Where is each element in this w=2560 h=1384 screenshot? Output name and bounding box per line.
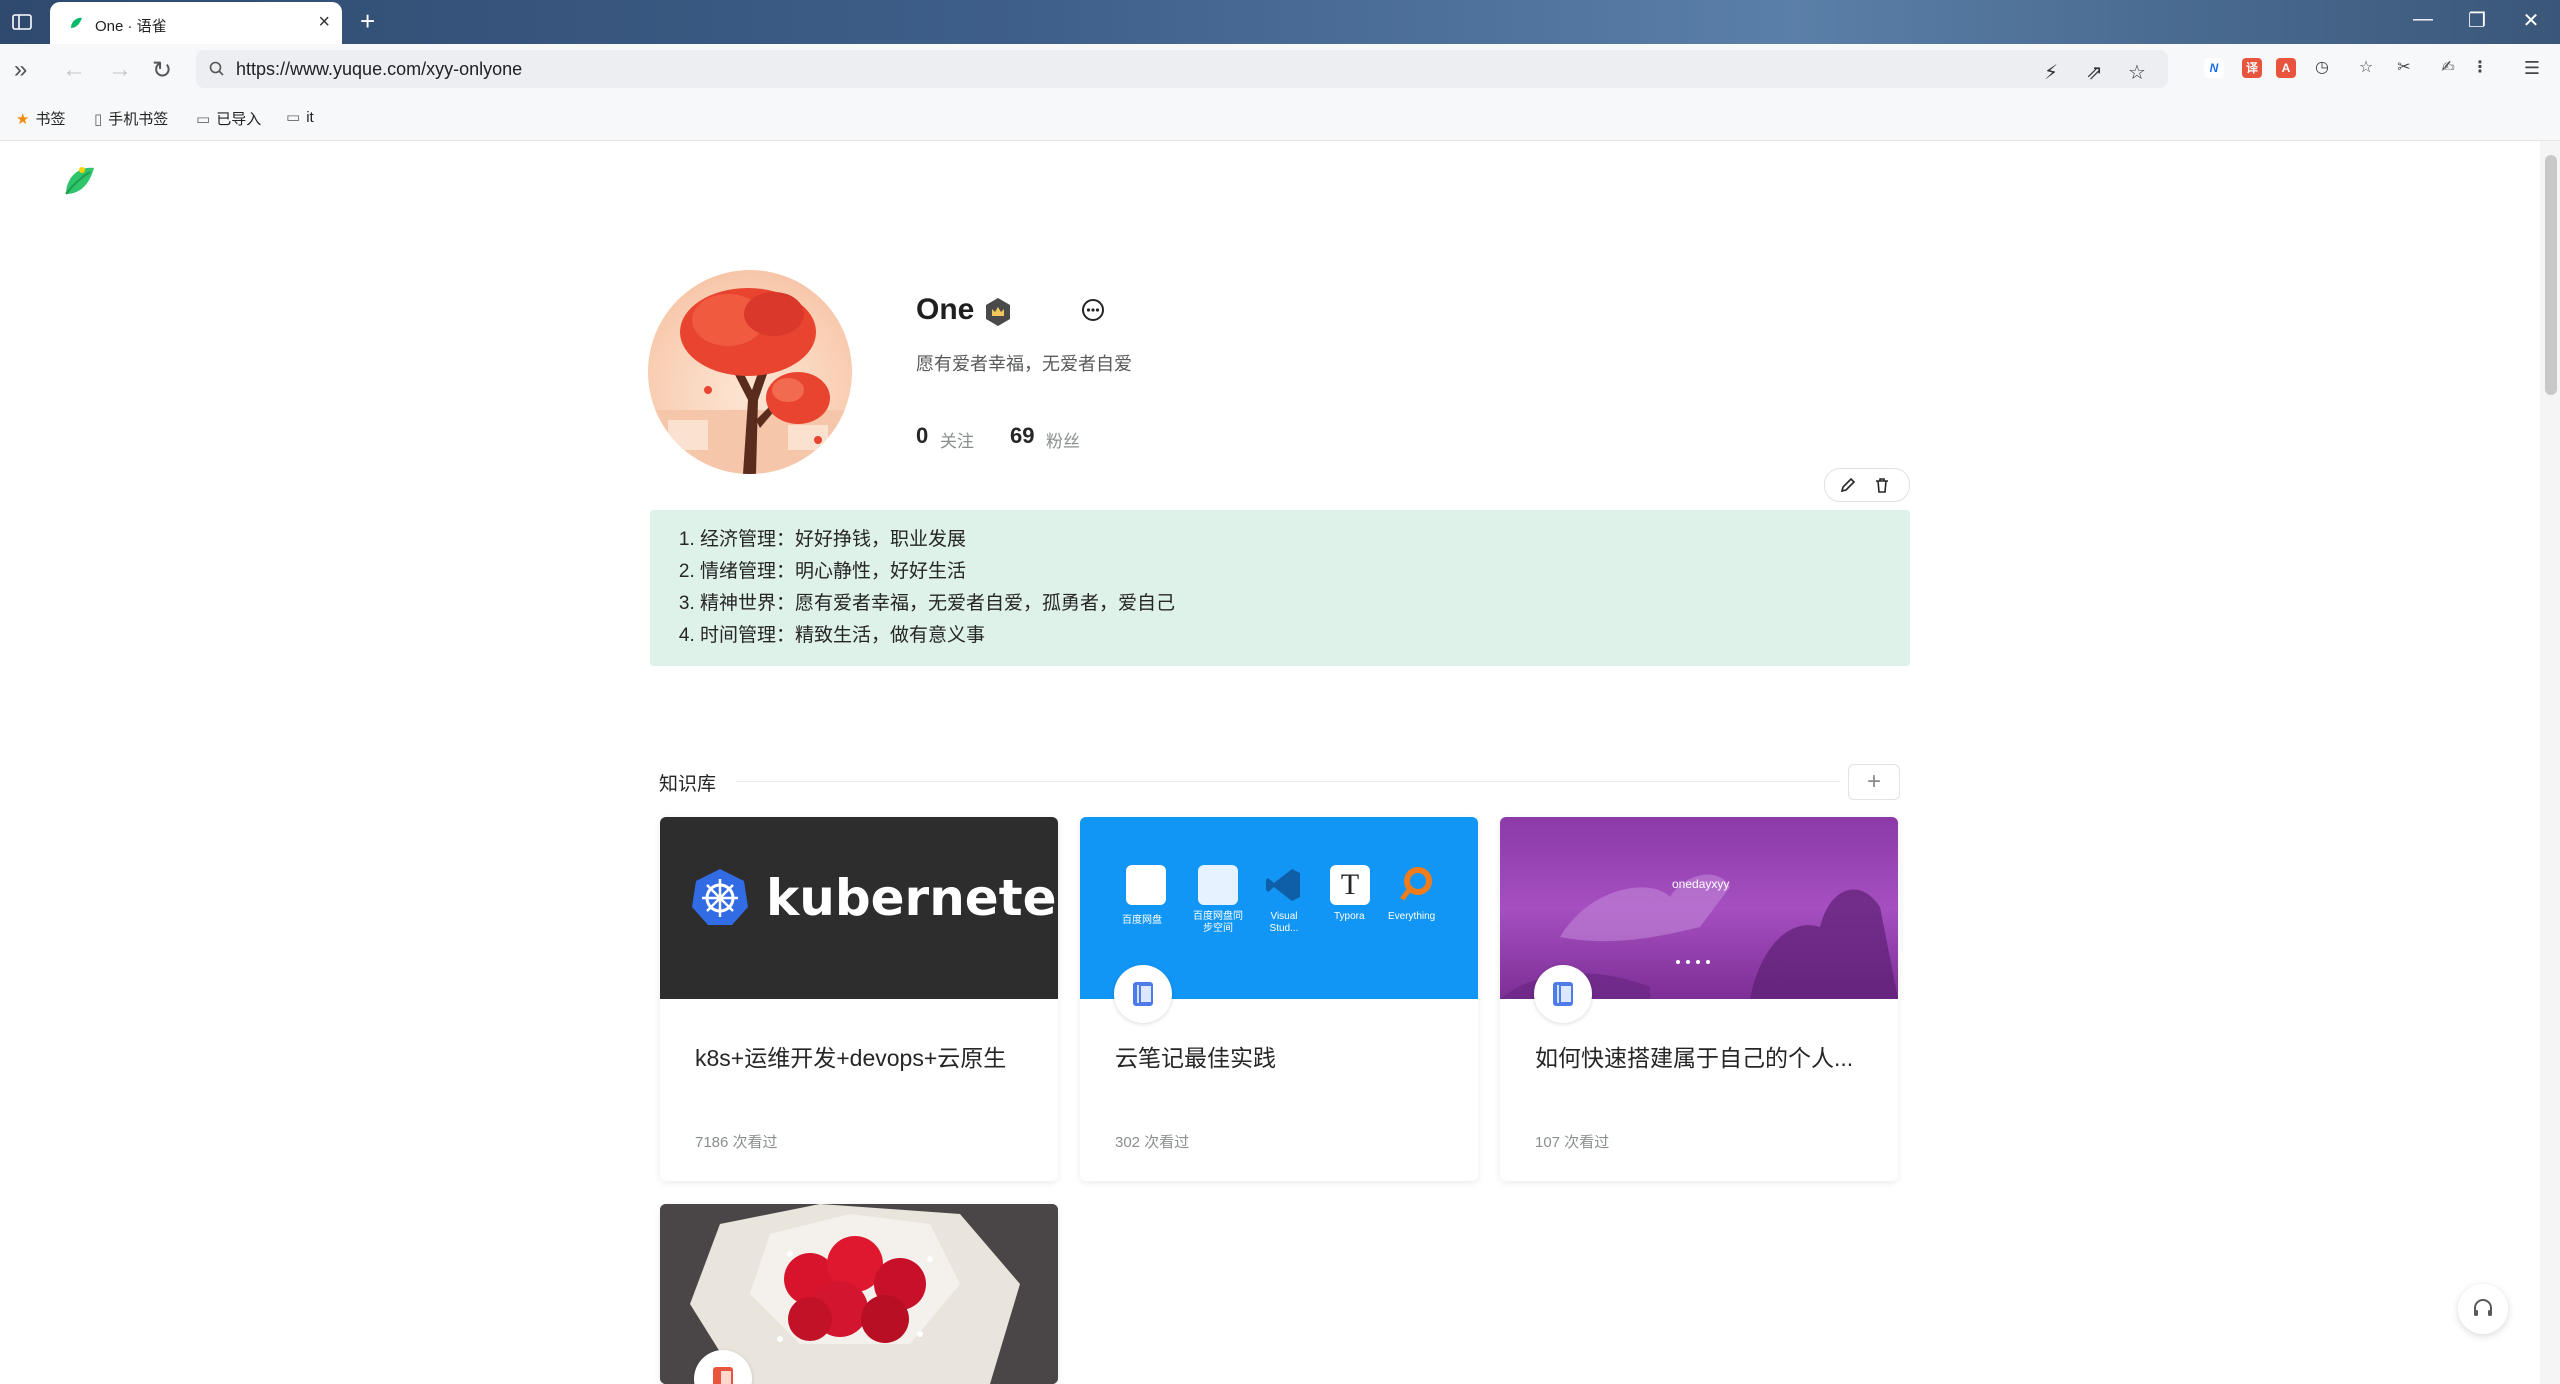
translate-extension-icon[interactable]: 译 [2242, 58, 2262, 78]
knowledge-base-card[interactable]: kubernetes k8s+运维开发+devops+云原生 7186 次看过 [660, 817, 1058, 1181]
cover-site-name: onedayxyy [1672, 877, 1730, 891]
followers-label[interactable]: 粉丝 [1046, 427, 1080, 452]
edit-icon[interactable] [1839, 476, 1857, 494]
typora-icon: T [1330, 865, 1370, 905]
app-label: Typora [1334, 911, 1365, 922]
browser-tab[interactable]: One · 语雀 × [50, 2, 342, 44]
more-options-icon[interactable] [1080, 297, 1106, 323]
note-item: 时间管理：精致生活，做有意义事 [700, 620, 1910, 652]
card-title[interactable]: k8s+运维开发+devops+云原生 [695, 1039, 1006, 1073]
tab-close-icon[interactable]: × [318, 11, 330, 34]
card-title[interactable]: 云笔记最佳实践 [1115, 1039, 1276, 1073]
bookmark-star-icon[interactable]: ☆ [2128, 60, 2146, 85]
section-divider [736, 781, 1840, 782]
yuque-logo-icon[interactable] [60, 160, 100, 200]
bookmark-item-it[interactable]: ▭ it [286, 108, 314, 126]
search-icon [209, 61, 224, 76]
note-item: 情绪管理：明心静性，好好生活 [700, 556, 1910, 588]
delete-icon[interactable] [1873, 476, 1891, 494]
everything-icon [1396, 865, 1436, 905]
profile-note: 经济管理：好好挣钱，职业发展 情绪管理：明心静性，好好生活 精神世界：愿有爱者幸… [650, 510, 1910, 666]
knowledge-base-title: 知识库 [659, 774, 717, 795]
star-icon: ★ [16, 111, 30, 128]
avatar[interactable] [648, 270, 852, 474]
note-item: 经济管理：好好挣钱，职业发展 [700, 524, 1910, 556]
folder-icon: ▭ [196, 111, 211, 128]
help-button[interactable] [2458, 1284, 2508, 1334]
baidu-sync-icon [1198, 865, 1238, 905]
app-label: 百度网盘 [1122, 915, 1162, 926]
browser-titlebar: One · 语雀 × + — ❐ ✕ [0, 0, 2560, 44]
sign-icon[interactable]: ✍ [2438, 58, 2458, 78]
sidebar-toggle-icon[interactable] [10, 10, 34, 34]
following-label[interactable]: 关注 [940, 427, 974, 452]
profile-name: One [916, 293, 975, 326]
reload-icon[interactable]: ↻ [152, 56, 172, 85]
app-label: 百度网盘同步空间 [1193, 911, 1243, 934]
tab-title: One · 语雀 [95, 18, 167, 35]
minimize-button[interactable]: — [2408, 8, 2438, 31]
app-label: Visual Stud... [1269, 911, 1299, 934]
crown-badge-icon[interactable] [983, 297, 1013, 327]
card-title[interactable]: 如何快速搭建属于自己的个人... [1535, 1039, 1853, 1073]
extension-n-icon[interactable]: N [2204, 58, 2224, 78]
profile-bio: 愿有爱者幸福，无爱者自爱 [916, 354, 1132, 374]
favorites-icon[interactable]: ☆ [2356, 58, 2376, 78]
new-tab-button[interactable]: + [360, 6, 375, 37]
address-bar[interactable]: https://www.yuque.com/xyy-onlyone ⚡ ⇗ ☆ [196, 50, 2168, 88]
sidebar-expand-icon[interactable]: » [14, 56, 27, 84]
vscode-icon [1264, 865, 1304, 905]
tree-illustration [648, 288, 852, 474]
url-text[interactable]: https://www.yuque.com/xyy-onlyone [236, 59, 522, 80]
kubernetes-logo-icon [692, 869, 748, 925]
headset-icon [2474, 1299, 2492, 1316]
pdf-extension-icon[interactable]: A [2276, 58, 2296, 78]
knowledge-base-card[interactable] [660, 1204, 1058, 1384]
card-views: 107 次看过 [1535, 1134, 1610, 1151]
followers-count[interactable]: 69 [1010, 423, 1034, 449]
add-knowledge-base-button[interactable]: + [1848, 764, 1900, 800]
more-vertical-icon[interactable]: ⋮ [2470, 58, 2490, 78]
card-views: 7186 次看过 [695, 1134, 778, 1151]
share-icon[interactable]: ⇗ [2086, 60, 2103, 85]
bookmark-item-imported[interactable]: ▭ 已导入 [196, 108, 261, 129]
folder-icon: ▭ [286, 109, 301, 126]
back-icon[interactable]: ← [62, 56, 86, 84]
following-count[interactable]: 0 [916, 423, 928, 449]
phone-icon: ▯ [94, 111, 103, 128]
page-content [0, 141, 2540, 1384]
knowledge-base-card[interactable]: T 百度网盘 百度网盘同步空间 Visual Stud... Typora Ev… [1080, 817, 1478, 1181]
kubernetes-wordmark: kubernetes [766, 869, 1058, 927]
baidu-netdisk-icon [1126, 865, 1166, 905]
yuque-favicon-icon [71, 17, 82, 28]
menu-icon[interactable]: ☰ [2522, 58, 2542, 78]
scissors-icon[interactable]: ✂ [2394, 58, 2414, 78]
note-item: 精神世界：愿有爱者幸福，无爱者自爱，孤勇者，爱自己 [700, 588, 1910, 620]
bookmark-item-mobile[interactable]: ▯ 手机书签 [94, 108, 168, 129]
history-icon[interactable]: ◷ [2312, 58, 2332, 78]
browser-toolbar: » ← → ↻ https://www.yuque.com/xyy-onlyon… [0, 44, 2560, 96]
bookmarks-bar: ★ 书签 ▯ 手机书签 ▭ 已导入 ▭ it [0, 96, 2560, 141]
lightning-icon[interactable]: ⚡ [2044, 60, 2058, 85]
book-icon [1114, 965, 1172, 1023]
card-cover: kubernetes [660, 817, 1058, 999]
note-toolbar [1824, 468, 1910, 502]
app-label: Everything [1388, 911, 1436, 922]
knowledge-base-card[interactable]: onedayxyy 如何快速搭建属于自己的个人... 107 次看过 [1500, 817, 1898, 1181]
forward-icon[interactable]: → [108, 56, 132, 84]
scrollbar-thumb[interactable] [2545, 155, 2557, 395]
book-icon [1534, 965, 1592, 1023]
restore-button[interactable]: ❐ [2462, 8, 2492, 33]
card-views: 302 次看过 [1115, 1134, 1190, 1151]
bookmark-item-bookmarks[interactable]: ★ 书签 [16, 108, 65, 129]
close-window-button[interactable]: ✕ [2516, 8, 2546, 33]
